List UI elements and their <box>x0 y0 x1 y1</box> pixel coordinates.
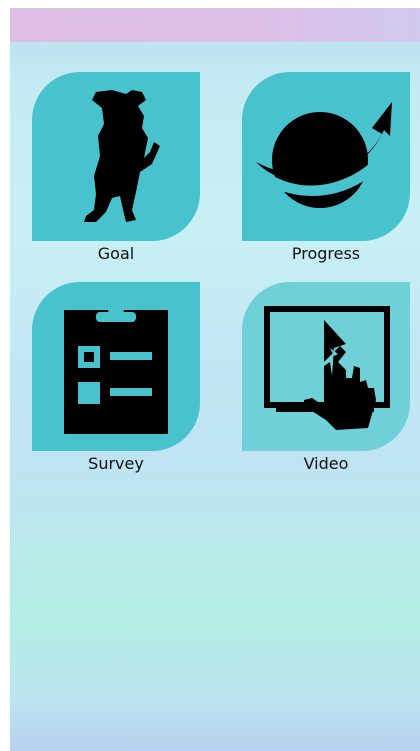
survey-label: Survey <box>88 454 144 473</box>
progress-tile-card[interactable] <box>242 72 410 241</box>
survey-tile-card[interactable] <box>32 282 200 451</box>
goal-tile[interactable]: Goal <box>32 72 200 272</box>
progress-tile[interactable]: Progress <box>242 72 410 272</box>
goal-label: Goal <box>97 244 135 263</box>
video-label: Video <box>303 454 349 473</box>
touch-screen-play-icon <box>264 306 390 430</box>
stretching-person-icon <box>84 90 160 222</box>
planet-arrow-icon <box>256 102 392 208</box>
survey-tile[interactable]: Survey <box>32 282 200 482</box>
progress-label: Progress <box>291 244 361 263</box>
goal-tile-card[interactable] <box>32 72 200 241</box>
app-screen: Goal Progress Survey Video <box>10 8 420 751</box>
header-bar <box>10 8 420 42</box>
video-tile-card[interactable] <box>242 282 410 451</box>
clipboard-checklist-icon <box>64 298 168 434</box>
video-tile[interactable]: Video <box>242 282 410 482</box>
